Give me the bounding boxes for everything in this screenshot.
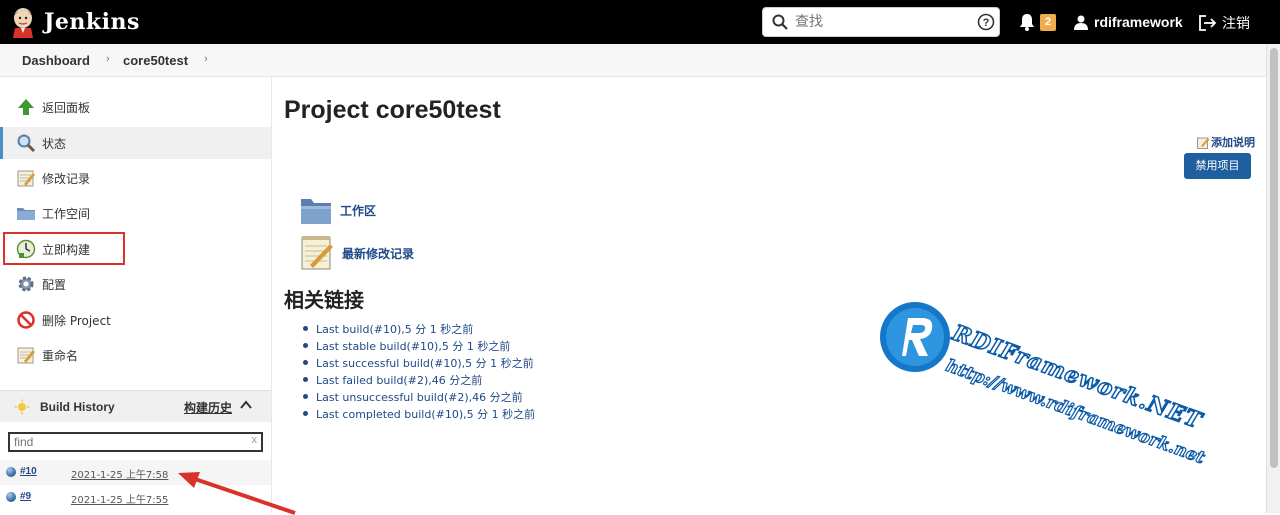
build-status-icon [6,467,16,477]
sidebar-item-changes[interactable]: 修改记录 [0,162,271,194]
link-text: Last build(#10),5 分 1 秒之前 [316,322,474,336]
build-filter-input[interactable] [14,435,244,449]
build-date-link[interactable]: 2021-1-25 上午7:58 [71,466,168,481]
bullet [303,411,308,416]
sidebar-item-status[interactable]: 状态 [0,127,271,159]
page-scrollbar[interactable] [1266,44,1280,513]
breadcrumb-dashboard[interactable]: Dashboard [22,53,90,68]
breadcrumb-project[interactable]: core50test [123,53,188,68]
scrollbar-thumb[interactable] [1270,48,1278,468]
sidebar-item-label: 工作空间 [42,206,91,221]
recent-changes-link[interactable]: 最新修改记录 [300,235,414,271]
link-text: Last failed build(#2),46 分之前 [316,373,483,387]
breadcrumb-separator[interactable]: › [204,53,208,65]
svg-text:?: ? [983,17,990,29]
bullet [303,343,308,348]
folder-icon [17,208,35,220]
user-icon [1074,15,1088,30]
breadcrumb: Dashboard › core50test › [0,44,1280,77]
help-icon[interactable]: ? [977,13,995,31]
up-arrow-icon [18,99,34,115]
sidebar-item-workspace[interactable]: 工作空间 [0,197,271,229]
sidebar-item-label: 返回面板 [42,100,91,115]
build-history-title: Build History [40,400,115,414]
build-number-link[interactable]: #9 [20,491,31,502]
add-description-label: 添加说明 [1211,136,1255,149]
sidebar-item-configure[interactable]: 配置 [0,268,271,300]
annotation-arrow [178,472,296,515]
notepad-icon [301,236,333,270]
link-text: Last unsuccessful build(#2),46 分之前 [316,390,523,404]
related-links-list: Last build(#10),5 分 1 秒之前 Last stable bu… [303,320,535,422]
clear-filter-button[interactable]: x [252,434,258,446]
sidebar-item-label: 删除 Project [42,313,111,328]
build-trend-link[interactable]: 构建历史 [184,399,232,416]
rdi-logo-icon [880,302,950,372]
notepad-icon [17,347,35,364]
build-date-link[interactable]: 2021-1-25 上午7:55 [71,491,168,506]
chevron-up-icon[interactable] [240,399,252,411]
related-link-last-completed[interactable]: Last completed build(#10),5 分 1 秒之前 [303,405,535,422]
build-number-link[interactable]: #10 [20,466,37,477]
related-links-title: 相关链接 [284,288,364,312]
logout-label: 注销 [1222,16,1250,32]
related-link-last-successful[interactable]: Last successful build(#10),5 分 1 秒之前 [303,354,535,371]
breadcrumb-separator[interactable]: › [106,53,110,65]
search-box: ? [762,7,1000,37]
workspace-label: 工作区 [340,203,377,218]
search-icon [772,14,788,30]
notepad-icon [17,170,35,187]
bullet [303,377,308,382]
gear-icon [18,276,34,292]
page-title: Project core50test [284,96,501,124]
disable-project-button[interactable]: 禁用项目 [1184,153,1251,179]
app-title: Jenkins [44,9,140,35]
sidebar-item-label: 配置 [42,277,67,292]
link-text: Last completed build(#10),5 分 1 秒之前 [316,407,536,421]
watermark: RDIFramework.NET http://www.rdiframework… [878,300,1208,469]
notification-badge[interactable]: 2 [1040,14,1056,31]
bullet [303,394,308,399]
search-input[interactable] [795,12,965,32]
edit-icon [1197,137,1210,149]
workspace-link[interactable]: 工作区 [300,195,376,225]
link-text: Last stable build(#10),5 分 1 秒之前 [316,339,511,353]
top-bar: Jenkins ? 2 rdiframework 注销 [0,0,1280,44]
build-status-icon [6,492,16,502]
build-history-header: Build History 构建历史 [0,390,271,422]
jenkins-logo[interactable]: Jenkins [10,6,140,38]
sidebar-item-rename[interactable]: 重命名 [0,339,271,371]
sidebar-item-label: 状态 [42,136,67,151]
logout-icon [1199,15,1217,31]
build-now-highlight [3,232,125,265]
user-menu[interactable]: rdiframework [1074,14,1183,30]
recent-changes-label: 最新修改记录 [342,246,415,261]
sidebar-item-label: 重命名 [42,348,79,363]
related-link-last-unsuccessful[interactable]: Last unsuccessful build(#2),46 分之前 [303,388,535,405]
jenkins-butler-icon [13,8,33,38]
sidebar-item-delete-project[interactable]: 删除 Project [0,304,271,336]
no-entry-icon [17,311,35,329]
sidebar-item-back-to-dashboard[interactable]: 返回面板 [0,91,271,123]
add-description-link[interactable]: 添加说明 [1197,134,1255,150]
related-link-last-build[interactable]: Last build(#10),5 分 1 秒之前 [303,320,535,337]
build-history-filter: x [8,432,263,452]
related-link-last-failed[interactable]: Last failed build(#2),46 分之前 [303,371,535,388]
folder-icon [301,199,331,224]
search-icon [17,134,36,153]
related-link-last-stable[interactable]: Last stable build(#10),5 分 1 秒之前 [303,337,535,354]
bullet [303,326,308,331]
link-text: Last successful build(#10),5 分 1 秒之前 [316,356,534,370]
username: rdiframework [1094,14,1183,30]
sidebar-item-label: 修改记录 [42,171,91,186]
logout-button[interactable]: 注销 [1199,13,1250,33]
bullet [303,360,308,365]
bell-icon[interactable] [1019,13,1035,31]
weather-sunny-icon [14,399,30,415]
